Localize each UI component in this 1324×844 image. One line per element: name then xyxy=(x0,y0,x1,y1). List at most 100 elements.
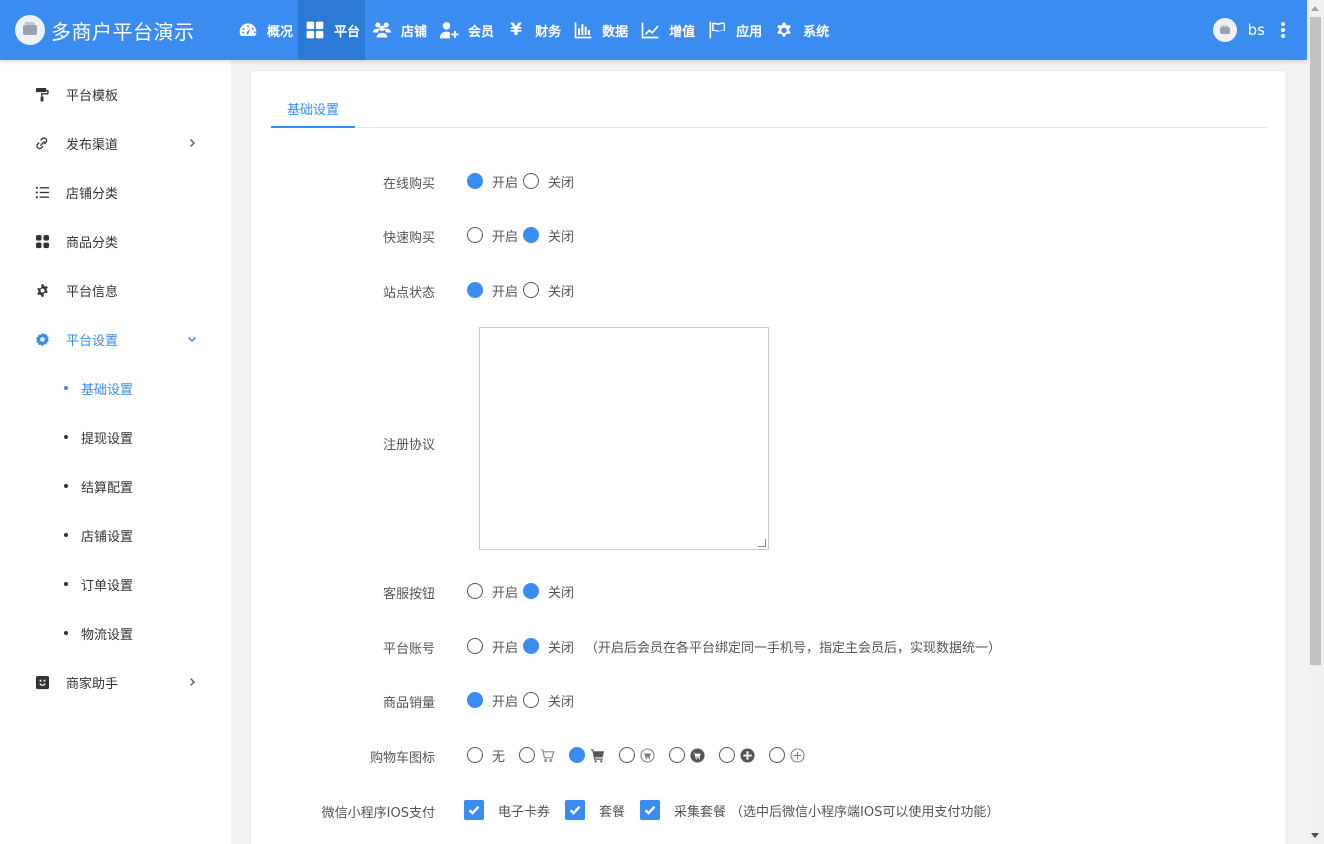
sidebar-item-label: 平台模板 xyxy=(66,88,119,104)
nav-label: 会员 xyxy=(468,24,495,40)
nav-label: 应用 xyxy=(736,24,763,40)
avatar[interactable] xyxy=(1212,18,1237,42)
checkbox-group: 电子卡券 套餐 采集套餐 （选中后微信小程序端IOS可以使用支付功能） xyxy=(464,798,999,822)
field-label: 在线购买 xyxy=(382,177,435,192)
sidebar-item-store-category[interactable]: 店铺分类 xyxy=(0,172,231,212)
sidebar-item-goods-category[interactable]: 商品分类 xyxy=(0,221,231,261)
sidebar-item-channels[interactable]: 发布渠道 xyxy=(0,123,231,163)
cart-circle-solid-icon xyxy=(689,747,705,763)
radio-off[interactable] xyxy=(523,583,540,599)
sidebar-subitem-logistics-settings[interactable]: 物流设置 xyxy=(0,613,231,653)
nav-label: 店铺 xyxy=(401,24,428,40)
sidebar-subitem-store-settings[interactable]: 店铺设置 xyxy=(0,515,231,555)
grid-icon xyxy=(306,21,324,39)
user-name[interactable]: bs xyxy=(1248,21,1265,39)
nav-item-apps[interactable]: 应用 xyxy=(700,0,767,60)
sidebar-item-platform-settings[interactable]: 平台设置 xyxy=(0,319,231,359)
flag-icon xyxy=(709,21,726,39)
chevron-right-icon xyxy=(187,676,197,687)
nav-item-system[interactable]: 系统 xyxy=(767,0,834,60)
sidebar-item-label: 店铺设置 xyxy=(81,529,134,545)
sidebar-subitem-basic-settings[interactable]: 基础设置 xyxy=(0,368,231,408)
link-icon xyxy=(35,136,47,149)
row-agreement: 注册协议 xyxy=(251,430,1288,454)
radio-cart-none[interactable] xyxy=(467,747,483,763)
page-scrollbar[interactable] xyxy=(1307,0,1324,844)
dashboard-icon xyxy=(239,23,257,36)
radio-on[interactable] xyxy=(467,583,483,599)
radio-off[interactable] xyxy=(523,227,540,243)
settings-card: 基础设置 在线购买 开启 关闭 快速购买 开启 关闭 站点状态 开启 关闭 注册… xyxy=(250,70,1287,844)
scroll-down-arrow-icon[interactable] xyxy=(1311,833,1319,838)
radio-cart-3[interactable] xyxy=(619,747,636,763)
cart-circle-outline-icon xyxy=(639,747,655,763)
chevron-down-icon xyxy=(187,333,197,343)
nav-item-data[interactable]: 数据 xyxy=(566,0,633,60)
sidebar-item-label: 发布渠道 xyxy=(66,137,119,153)
sidebar-item-platform-info[interactable]: 平台信息 xyxy=(0,270,231,310)
checkbox-collect-package[interactable] xyxy=(640,800,661,820)
sidebar-item-label: 提现设置 xyxy=(81,431,134,447)
field-label: 平台账号 xyxy=(382,642,435,657)
tab-basic-settings[interactable]: 基础设置 xyxy=(271,91,356,128)
radio-cart-1[interactable] xyxy=(519,747,536,763)
user-menu[interactable]: bs xyxy=(1212,0,1285,60)
bar-chart-icon xyxy=(574,22,592,39)
gear-icon xyxy=(777,22,791,37)
sidebar-item-label: 物流设置 xyxy=(81,627,134,643)
agreement-textarea[interactable] xyxy=(479,327,769,550)
radio-off[interactable] xyxy=(523,692,540,708)
radio-cart-4[interactable] xyxy=(669,747,686,763)
radio-off[interactable] xyxy=(523,173,540,189)
checkbox-package[interactable] xyxy=(565,800,586,820)
radio-group: 开启 关闭 xyxy=(467,278,579,302)
users-icon xyxy=(372,22,392,38)
nav-item-platform[interactable]: 平台 xyxy=(298,0,366,60)
radio-cart-2[interactable] xyxy=(569,747,586,763)
field-label: 商品销量 xyxy=(382,696,435,711)
sidebar-subitem-withdraw-settings[interactable]: 提现设置 xyxy=(0,417,231,457)
radio-off[interactable] xyxy=(523,638,540,654)
scroll-thumb[interactable] xyxy=(1310,17,1321,665)
tiles-icon xyxy=(35,234,49,248)
nav-item-value-added[interactable]: 增值 xyxy=(633,0,700,60)
sidebar-item-template[interactable]: 平台模板 xyxy=(0,74,231,114)
yen-icon: ¥ xyxy=(510,20,522,40)
settings-icon xyxy=(35,332,49,346)
sidebar-item-label: 平台设置 xyxy=(66,333,119,349)
radio-group: 开启 关闭 xyxy=(467,223,579,247)
brand[interactable]: 多商户平台演示 xyxy=(0,0,231,60)
field-label: 注册协议 xyxy=(382,438,435,453)
radio-on[interactable] xyxy=(467,638,483,654)
nav-item-finance[interactable]: ¥ 财务 xyxy=(499,0,566,60)
radio-off[interactable] xyxy=(523,282,540,298)
more-vertical-icon[interactable] xyxy=(1281,22,1285,38)
nav-label: 增值 xyxy=(669,24,696,40)
sidebar-item-label: 结算配置 xyxy=(81,480,134,496)
scroll-up-arrow-icon[interactable] xyxy=(1311,6,1319,11)
plus-circle-solid-icon xyxy=(739,747,755,763)
row-ios-pay: 微信小程序IOS支付 电子卡券 套餐 采集套餐 （选中后微信小程序端IOS可以使… xyxy=(251,798,1288,822)
tab-bar: 基础设置 xyxy=(271,91,1267,128)
radio-cart-6[interactable] xyxy=(769,747,786,763)
radio-group: 开启 关闭 xyxy=(467,579,579,603)
radio-on[interactable] xyxy=(467,282,483,298)
logo-icon xyxy=(15,15,45,45)
sidebar-item-merchant-assistant[interactable]: 商家助手 xyxy=(0,662,231,702)
chevron-right-icon xyxy=(187,137,197,148)
radio-on[interactable] xyxy=(467,173,483,189)
checkbox-e-card[interactable] xyxy=(464,800,484,820)
nav-item-member[interactable]: 会员 xyxy=(432,0,499,60)
row-quick-buy: 快速购买 开启 关闭 xyxy=(251,223,1288,247)
row-cart-icon: 购物车图标 无 xyxy=(251,743,1288,767)
radio-group: 无 xyxy=(467,743,819,767)
nav-item-store[interactable]: 店铺 xyxy=(365,0,432,60)
nav-item-overview[interactable]: 概况 xyxy=(231,0,298,60)
user-plus-icon xyxy=(439,22,459,39)
plus-circle-outline-icon xyxy=(789,747,805,763)
radio-on[interactable] xyxy=(467,692,483,708)
sidebar-subitem-settlement-config[interactable]: 结算配置 xyxy=(0,466,231,506)
radio-on[interactable] xyxy=(467,227,483,243)
sidebar-subitem-order-settings[interactable]: 订单设置 xyxy=(0,564,231,604)
radio-cart-5[interactable] xyxy=(719,747,736,763)
